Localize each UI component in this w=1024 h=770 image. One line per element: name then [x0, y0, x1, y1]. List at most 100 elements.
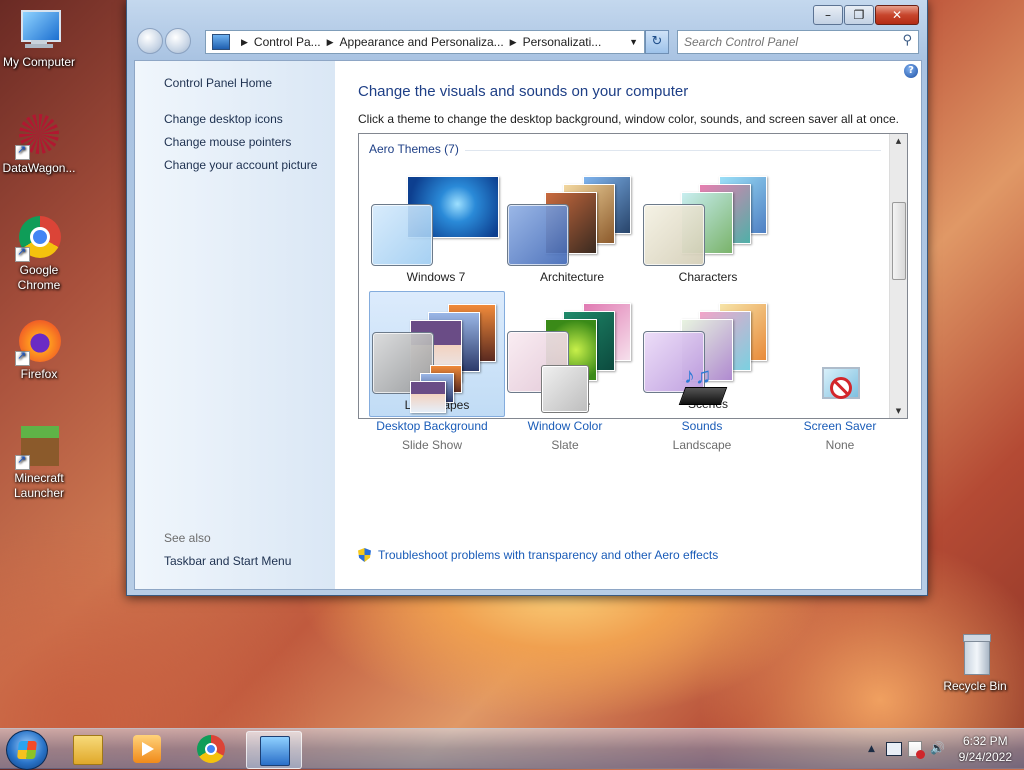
- main-content: ? Change the visuals and sounds on your …: [335, 61, 921, 589]
- taskbar-control-panel[interactable]: [246, 731, 302, 769]
- option-value: Slide Show: [401, 438, 463, 452]
- search-input[interactable]: [682, 31, 886, 53]
- control-panel-icon: [260, 736, 290, 766]
- address-bar[interactable]: ▶ Control Pa... ▶ Appearance and Persona…: [205, 30, 645, 54]
- shortcut-arrow-icon: [15, 453, 30, 470]
- theme-characters[interactable]: Characters: [641, 164, 775, 288]
- scrollbar-thumb[interactable]: [892, 202, 906, 280]
- control-panel-home-link[interactable]: Control Panel Home: [164, 76, 272, 90]
- screen-saver-icon: [816, 365, 864, 413]
- desktop-icon-my-computer[interactable]: My Computer: [0, 8, 78, 70]
- desktop-icon-label: Minecraft Launcher: [13, 471, 65, 500]
- theme-name: Architecture: [539, 270, 605, 284]
- datawagon-icon: [15, 114, 61, 160]
- taskbar-start-menu-link[interactable]: Taskbar and Start Menu: [164, 554, 291, 568]
- caption-buttons: – ❐ ✕: [812, 5, 919, 25]
- sounds-icon: ♪♫: [678, 363, 728, 413]
- volume-icon[interactable]: 🔊: [930, 741, 945, 755]
- group-divider: [465, 150, 881, 151]
- left-task-pane: Control Panel Home Change desktop icons …: [135, 61, 335, 589]
- troubleshoot-transparency-link[interactable]: Troubleshoot problems with transparency …: [358, 548, 718, 562]
- window-color-icon: [541, 365, 589, 413]
- desktop-icon-recycle-bin[interactable]: Recycle Bin: [936, 632, 1014, 694]
- firefox-icon: [15, 320, 61, 366]
- help-icon[interactable]: ?: [904, 64, 918, 78]
- see-also-label: See also: [164, 531, 211, 545]
- show-hidden-icons-button[interactable]: ▲: [868, 744, 875, 754]
- desktop-icon-datawagon[interactable]: DataWagon...: [0, 114, 78, 176]
- page-title: Change the visuals and sounds on your co…: [358, 83, 689, 100]
- desktop-background-option[interactable]: Desktop Background Slide Show: [362, 365, 502, 452]
- minimize-button[interactable]: –: [813, 5, 843, 25]
- start-button[interactable]: [6, 730, 48, 770]
- theme-name: Characters: [678, 270, 738, 284]
- desktop-icon-label: DataWagon...: [2, 161, 76, 175]
- aero-themes-group-header[interactable]: Aero Themes (7): [369, 142, 459, 156]
- maximize-button[interactable]: ❐: [844, 5, 874, 25]
- taskbar: ▲ 🔊 6:32 PM 9/24/2022: [0, 728, 1024, 770]
- desktop-icon-label: Recycle Bin: [943, 679, 1007, 693]
- window-client-area: Control Panel Home Change desktop icons …: [134, 60, 922, 590]
- clock-date: 9/24/2022: [958, 750, 1012, 764]
- taskbar-media-player[interactable]: [120, 731, 174, 767]
- taskbar-windows-explorer[interactable]: [60, 731, 114, 767]
- sounds-option[interactable]: ♪♫ Sounds Landscape: [632, 363, 772, 453]
- forward-button[interactable]: [165, 28, 191, 54]
- change-desktop-icons-link[interactable]: Change desktop icons: [164, 112, 283, 126]
- option-label[interactable]: Sounds: [632, 419, 772, 433]
- desktop-icon-label: Google Chrome: [17, 263, 61, 292]
- theme-windows-7[interactable]: Windows 7: [369, 164, 503, 288]
- page-subtitle: Click a theme to change the desktop back…: [358, 112, 899, 126]
- troubleshoot-link-label: Troubleshoot problems with transparency …: [378, 548, 719, 562]
- action-center-flag-icon[interactable]: [908, 741, 925, 759]
- option-value: Landscape: [672, 438, 732, 452]
- desktop-icon-firefox[interactable]: Firefox: [0, 320, 78, 382]
- theme-name: Windows 7: [406, 270, 466, 284]
- chrome-icon: [197, 735, 225, 763]
- theme-architecture[interactable]: Architecture: [505, 164, 639, 288]
- option-label[interactable]: Screen Saver: [770, 419, 910, 433]
- desktop-background-icon: [408, 365, 462, 413]
- search-icon[interactable]: ⚲: [902, 33, 912, 48]
- back-button[interactable]: [137, 28, 163, 54]
- desktop-icon-label: My Computer: [2, 55, 76, 69]
- scroll-up-icon[interactable]: ▲: [890, 134, 907, 148]
- taskbar-google-chrome[interactable]: [184, 731, 238, 767]
- close-button[interactable]: ✕: [875, 5, 919, 25]
- chrome-icon: [15, 216, 61, 262]
- breadcrumb-item[interactable]: Control Pa...: [254, 35, 321, 49]
- refresh-icon: ↻: [651, 34, 663, 49]
- computer-icon: [17, 8, 61, 52]
- recycle-bin-icon: [953, 632, 997, 676]
- address-dropdown-icon[interactable]: ▼: [629, 37, 638, 47]
- screen-saver-option[interactable]: Screen Saver None: [770, 365, 910, 452]
- option-label[interactable]: Desktop Background: [362, 419, 502, 433]
- desktop-icon-minecraft-launcher[interactable]: Minecraft Launcher: [0, 424, 78, 501]
- breadcrumb-item[interactable]: Appearance and Personaliza...: [340, 35, 504, 49]
- search-box: ⚲: [677, 30, 919, 54]
- window-color-option[interactable]: Window Color Slate: [495, 365, 635, 452]
- theme-preview: [371, 176, 499, 266]
- change-mouse-pointers-link[interactable]: Change mouse pointers: [164, 135, 291, 149]
- network-icon[interactable]: [886, 742, 902, 756]
- notification-area: ▲ 🔊 6:32 PM 9/24/2022: [844, 729, 1024, 769]
- option-value: Slate: [551, 438, 579, 452]
- desktop-icon-label: Firefox: [20, 367, 58, 381]
- shortcut-arrow-icon: [15, 349, 30, 366]
- breadcrumb-item[interactable]: Personalizati...: [523, 35, 602, 49]
- option-value: None: [825, 438, 855, 452]
- refresh-button[interactable]: ↻: [645, 30, 669, 54]
- option-label[interactable]: Window Color: [495, 419, 635, 433]
- control-panel-icon: [212, 34, 230, 50]
- maximize-icon: ❐: [853, 8, 865, 22]
- clock[interactable]: 6:32 PM 9/24/2022: [959, 733, 1012, 765]
- minimize-icon: –: [825, 8, 831, 22]
- change-account-picture-link[interactable]: Change your account picture: [164, 158, 317, 172]
- desktop-icon-google-chrome[interactable]: Google Chrome: [0, 216, 78, 293]
- music-note-icon: ♪♫: [684, 363, 712, 388]
- theme-preview: [643, 176, 767, 266]
- minecraft-icon: [15, 424, 61, 470]
- personalization-window: – ❐ ✕ ▶ Control Pa... ▶ Appearance and P…: [126, 0, 928, 596]
- shortcut-arrow-icon: [15, 143, 30, 160]
- folder-icon: [73, 735, 103, 765]
